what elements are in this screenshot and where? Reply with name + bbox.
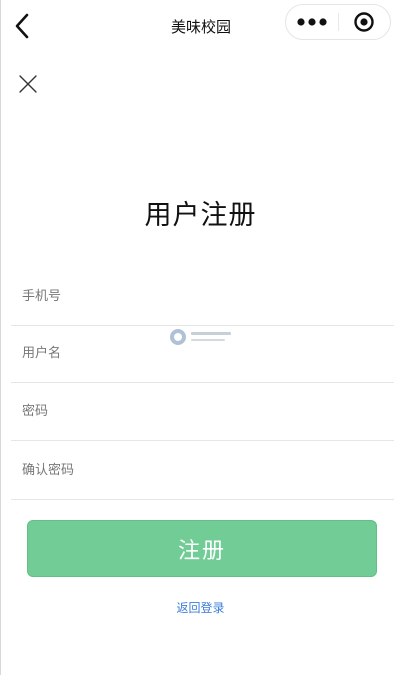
target-circle-icon <box>354 12 374 32</box>
page-title: 用户注册 <box>144 200 257 231</box>
capsule-close-button[interactable] <box>338 5 390 39</box>
chevron-left-icon <box>15 13 29 39</box>
close-button[interactable] <box>16 72 40 96</box>
password-input[interactable] <box>22 383 382 439</box>
mini-program-capsule <box>285 4 391 40</box>
more-button[interactable] <box>286 5 338 39</box>
navigation-bar: 美味校园 <box>1 0 400 54</box>
phone-input[interactable] <box>22 268 382 324</box>
back-to-login-link[interactable]: 返回登录 <box>176 601 224 615</box>
username-input[interactable] <box>22 325 382 381</box>
back-button[interactable] <box>9 9 35 43</box>
register-button[interactable]: 注册 <box>27 520 377 577</box>
phone-field <box>11 268 394 326</box>
register-screen: 美味校园 用户注册 手机号 用户名 注册 返回登录 <box>0 0 400 675</box>
more-dots-icon <box>297 18 327 26</box>
password-field <box>11 383 394 441</box>
confirm-password-field <box>11 442 394 500</box>
username-field <box>11 325 394 383</box>
close-x-icon <box>19 75 37 93</box>
back-to-login-link-row: 返回登录 <box>1 599 400 616</box>
confirm-password-input[interactable] <box>22 442 382 498</box>
